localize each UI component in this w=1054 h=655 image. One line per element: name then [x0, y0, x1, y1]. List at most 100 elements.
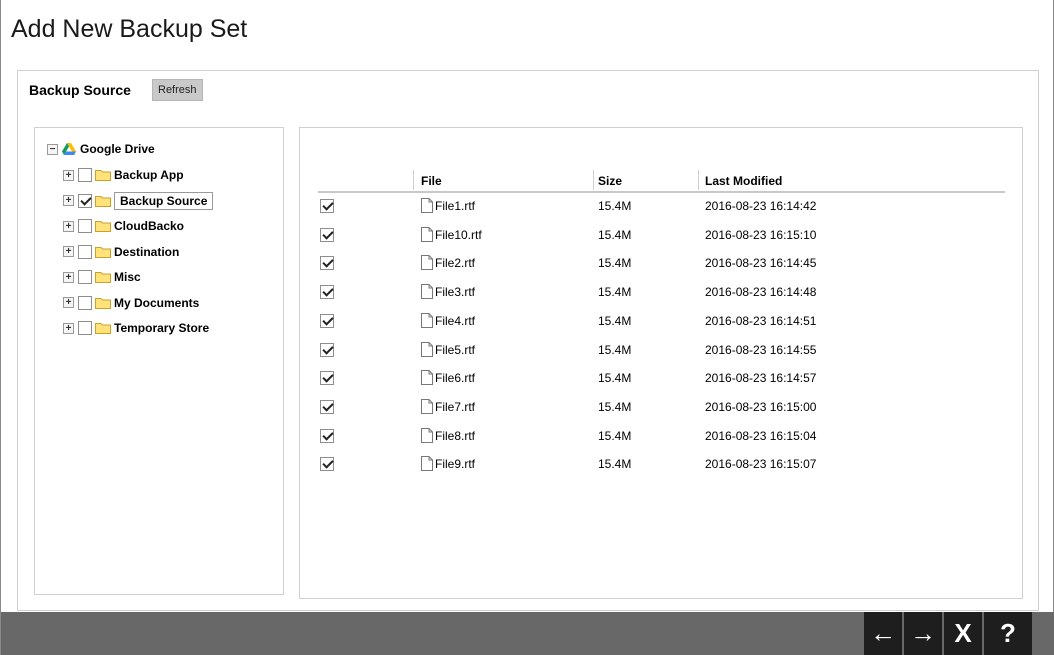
file-row[interactable]: File1.rtf 15.4M 2016-08-23 16:14:42 [300, 192, 1024, 220]
file-name: File2.rtf [435, 256, 476, 271]
expand-toggle-icon[interactable]: + [63, 169, 74, 181]
folder-icon [95, 170, 111, 181]
file-last-modified: 2016-08-23 16:15:00 [705, 399, 817, 414]
document-icon [421, 456, 433, 472]
file-name: File4.rtf [435, 313, 476, 328]
tree-item-label: CloudBacko [114, 219, 185, 233]
file-last-modified: 2016-08-23 16:14:48 [705, 285, 817, 300]
tree-item-checkbox[interactable] [78, 270, 92, 284]
window-frame: Add New Backup Set Backup Source Refresh… [0, 0, 1054, 655]
file-checkbox[interactable] [320, 428, 334, 443]
tree-item-checkbox[interactable] [78, 244, 92, 259]
file-name: File1.rtf [435, 199, 476, 213]
tree-item-label: Temporary Store [114, 321, 210, 335]
file-last-modified: 2016-08-23 16:15:04 [705, 428, 817, 443]
cancel-button[interactable]: X [944, 612, 982, 655]
tree-item-label: Backup App [114, 168, 184, 182]
collapse-toggle-icon[interactable]: − [47, 143, 58, 155]
folder-tree-panel: − Google Drive + Backup App + Backup Source… [34, 127, 284, 595]
file-size: 15.4M [598, 285, 632, 300]
column-header-last-modified[interactable]: Last Modified [705, 170, 782, 192]
tree-item-checkbox[interactable] [78, 193, 92, 208]
tree-item-label: Misc [114, 270, 141, 284]
file-row[interactable]: File7.rtf 15.4M 2016-08-23 16:15:00 [300, 393, 1024, 421]
refresh-button[interactable]: Refresh [152, 79, 203, 101]
column-separator [698, 170, 699, 190]
file-checkbox[interactable] [320, 342, 334, 357]
folder-icon [95, 221, 111, 232]
tree-item-label: My Documents [114, 295, 200, 310]
backup-source-section: Backup Source Refresh − Google Drive + Ba… [17, 70, 1039, 611]
arrow-left-icon: ← [870, 618, 896, 648]
folder-icon [95, 246, 111, 258]
file-checkbox[interactable] [320, 256, 334, 271]
expand-toggle-icon[interactable]: + [63, 220, 74, 232]
tree-item[interactable]: + CloudBacko [63, 217, 184, 235]
file-size: 15.4M [598, 227, 632, 242]
file-checkbox[interactable] [320, 399, 334, 414]
file-row[interactable]: File6.rtf 15.4M 2016-08-23 16:14:57 [300, 364, 1024, 392]
file-list-panel: File Size Last Modified File1.rtf 15.4M 20… [299, 127, 1023, 599]
expand-toggle-icon[interactable]: + [63, 271, 74, 283]
previous-button[interactable]: ← [864, 612, 902, 655]
file-size: 15.4M [598, 457, 632, 472]
tree-item-checkbox[interactable] [78, 219, 92, 233]
tree-item[interactable]: + Destination [63, 243, 179, 261]
document-icon [421, 255, 433, 271]
folder-icon [95, 272, 111, 283]
file-row[interactable]: File9.rtf 15.4M 2016-08-23 16:15:07 [300, 450, 1024, 478]
file-row[interactable]: File4.rtf 15.4M 2016-08-23 16:14:51 [300, 307, 1024, 335]
file-name: File6.rtf [435, 371, 476, 386]
file-name: File5.rtf [435, 342, 476, 357]
expand-toggle-icon[interactable]: + [63, 322, 74, 334]
tree-item-label: Backup Source [114, 191, 214, 210]
folder-icon [95, 297, 111, 309]
help-icon: ? [1000, 618, 1016, 648]
file-checkbox[interactable] [320, 457, 334, 472]
file-last-modified: 2016-08-23 16:14:57 [705, 371, 817, 386]
file-size: 15.4M [598, 199, 632, 213]
file-checkbox[interactable] [320, 313, 334, 328]
tree-item[interactable]: + My Documents [63, 294, 199, 312]
column-header-size[interactable]: Size [598, 170, 622, 192]
file-last-modified: 2016-08-23 16:14:55 [705, 342, 817, 357]
tree-item[interactable]: + Backup Source [63, 191, 214, 210]
expand-toggle-icon[interactable]: + [63, 195, 74, 206]
file-row[interactable]: File5.rtf 15.4M 2016-08-23 16:14:55 [300, 336, 1024, 364]
tree-item-checkbox[interactable] [78, 295, 92, 310]
file-checkbox[interactable] [320, 371, 334, 386]
expand-toggle-icon[interactable]: + [63, 297, 74, 308]
tree-item-checkbox[interactable] [78, 168, 92, 182]
file-size: 15.4M [598, 342, 632, 357]
document-icon [421, 226, 433, 242]
file-checkbox[interactable] [320, 227, 334, 242]
column-header-file[interactable]: File [421, 170, 442, 192]
column-separator [593, 170, 594, 190]
file-row[interactable]: File3.rtf 15.4M 2016-08-23 16:14:48 [300, 278, 1024, 306]
file-last-modified: 2016-08-23 16:15:07 [705, 457, 817, 472]
tree-item[interactable]: + Backup App [63, 166, 184, 184]
arrow-right-icon: → [910, 618, 936, 648]
file-checkbox[interactable] [320, 285, 334, 300]
tree-item-label: Destination [114, 244, 180, 259]
tree-item-checkbox[interactable] [78, 321, 92, 335]
tree-item[interactable]: + Misc [63, 268, 141, 286]
file-last-modified: 2016-08-23 16:14:45 [705, 256, 817, 271]
tree-item[interactable]: + Temporary Store [63, 319, 209, 337]
document-icon [421, 370, 433, 386]
folder-icon [95, 323, 111, 334]
next-button[interactable]: → [904, 612, 942, 655]
file-row[interactable]: File2.rtf 15.4M 2016-08-23 16:14:45 [300, 249, 1024, 277]
document-icon [421, 312, 433, 328]
tree-root-google-drive[interactable]: − Google Drive [47, 140, 155, 158]
file-row[interactable]: File10.rtf 15.4M 2016-08-23 16:15:10 [300, 221, 1024, 249]
file-name: File7.rtf [435, 399, 476, 414]
section-label: Backup Source [29, 82, 131, 98]
help-button[interactable]: ? [984, 612, 1032, 655]
close-icon: X [954, 618, 972, 648]
file-last-modified: 2016-08-23 16:14:42 [705, 199, 817, 213]
document-icon [421, 398, 433, 414]
expand-toggle-icon[interactable]: + [63, 246, 74, 257]
file-checkbox[interactable] [320, 199, 334, 213]
file-row[interactable]: File8.rtf 15.4M 2016-08-23 16:15:04 [300, 422, 1024, 450]
